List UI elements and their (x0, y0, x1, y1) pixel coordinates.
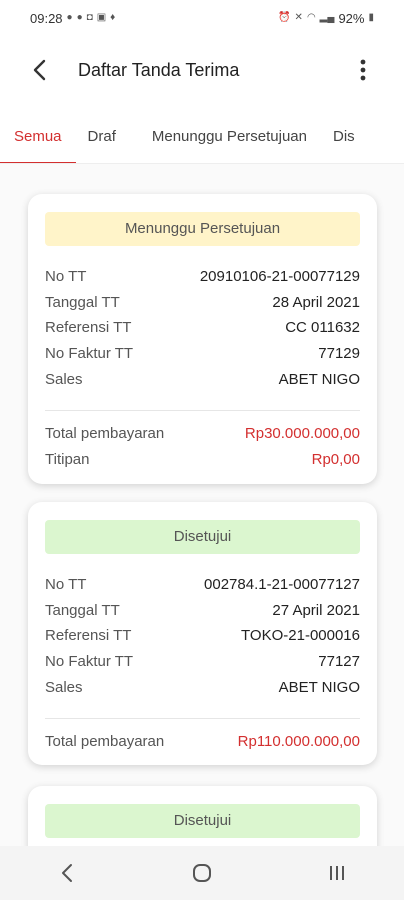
facebook-icon: ● (76, 12, 83, 23)
field-label: Sales (45, 678, 83, 696)
app-bar: Daftar Tanda Terima (0, 36, 404, 104)
gallery-icon: ▣ (96, 12, 107, 23)
nav-home-icon (192, 864, 211, 882)
status-badge: Disetujui (45, 520, 360, 554)
nav-recents-button[interactable] (307, 853, 367, 893)
deposit-row: Titipan Rp0,00 (45, 447, 360, 473)
total-value: Rp110.000.000,00 (237, 733, 360, 751)
divider (45, 717, 360, 719)
field-label: Referensi TT (45, 319, 132, 337)
status-badge: Disetujui (45, 804, 360, 838)
nav-home-button[interactable] (172, 853, 232, 893)
instagram-icon: ◘ (86, 12, 93, 23)
nav-back-icon (62, 864, 73, 882)
back-arrow-icon (33, 59, 46, 81)
field-value: 28 April 2021 (272, 293, 360, 311)
field-value: ABET NIGO (278, 678, 360, 696)
signal-icon: ▂▄ (319, 12, 335, 23)
field-row: Tanggal TT 28 April 2021 (45, 290, 360, 316)
field-value: 27 April 2021 (272, 601, 360, 619)
field-row: Sales ABET NIGO (45, 366, 360, 392)
battery-icon: ▮ (368, 12, 374, 23)
field-value: 77127 (318, 653, 360, 671)
field-row: No Faktur TT 77127 (45, 649, 360, 675)
field-row: Sales ABET NIGO (45, 674, 360, 700)
deposit-label: Titipan (45, 450, 90, 468)
facebook-icon: ● (66, 12, 73, 23)
field-label: No TT (45, 576, 87, 594)
field-label: No TT (45, 268, 87, 286)
tab-semua[interactable]: Semua (0, 112, 76, 163)
location-icon: ♦ (110, 12, 116, 23)
wifi-icon: ◠ (306, 12, 316, 23)
field-row: Tanggal TT 27 April 2021 (45, 598, 360, 624)
total-row: Total pembayaran Rp110.000.000,00 (45, 729, 360, 755)
field-row: No Faktur TT 77129 (45, 341, 360, 367)
alarm-icon: ⏰ (278, 12, 291, 23)
field-row: No TT 20910106-21-00077129 (45, 264, 360, 290)
divider (45, 409, 360, 411)
status-bar: 09:28 ● ● ◘ ▣ ♦ ⏰ ✕ ◠ ▂▄ 92% ▮ (0, 0, 404, 36)
receipt-details: No TT 20910106-21-00077129 Tanggal TT 28 A… (45, 264, 360, 392)
field-value: TOKO-21-000016 (241, 627, 360, 645)
battery-percent: 92% (338, 10, 365, 26)
field-label: Tanggal TT (45, 601, 120, 619)
field-row: Referensi TT TOKO-21-000016 (45, 623, 360, 649)
field-row: No TT 002784.1-21-00077127 (45, 572, 360, 598)
field-row: Referensi TT CC 011632 (45, 315, 360, 341)
status-tabs: Semua Draf Menunggu Persetujuan Dis (0, 112, 404, 164)
tab-draf[interactable]: Draf (76, 112, 134, 163)
field-label: Tanggal TT (45, 293, 120, 311)
total-label: Total pembayaran (45, 425, 165, 443)
more-options-button[interactable] (348, 50, 378, 90)
tab-disetujui[interactable]: Dis (321, 112, 367, 163)
field-value: 002784.1-21-00077127 (204, 576, 360, 594)
page-title: Daftar Tanda Terima (78, 59, 240, 80)
nav-back-button[interactable] (37, 853, 97, 893)
tab-menunggu-persetujuan[interactable]: Menunggu Persetujuan (134, 112, 321, 163)
receipt-list: Menunggu Persetujuan No TT 20910106-21-00… (0, 164, 404, 846)
system-nav-bar (0, 846, 404, 900)
nav-recents-icon (329, 866, 344, 880)
total-label: Total pembayaran (45, 733, 165, 751)
receipt-card[interactable]: Menunggu Persetujuan No TT 20910106-21-00… (28, 194, 377, 484)
status-badge: Menunggu Persetujuan (45, 212, 360, 246)
field-value: 20910106-21-00077129 (199, 268, 360, 286)
field-label: No Faktur TT (45, 345, 134, 363)
field-value: 77129 (318, 345, 360, 363)
receipt-card[interactable]: Disetujui (28, 786, 377, 846)
receipt-details: No TT 002784.1-21-00077127 Tanggal TT 27 A… (45, 572, 360, 700)
back-button[interactable] (20, 50, 60, 90)
status-left: 09:28 ● ● ◘ ▣ ♦ (30, 11, 115, 26)
clock: 09:28 (30, 10, 63, 26)
status-right: ⏰ ✕ ◠ ▂▄ 92% ▮ (278, 11, 374, 26)
field-value: ABET NIGO (278, 370, 360, 388)
total-value: Rp30.000.000,00 (244, 425, 360, 443)
field-value: CC 011632 (285, 319, 360, 337)
field-label: Referensi TT (45, 627, 132, 645)
deposit-value: Rp0,00 (311, 450, 360, 468)
more-vert-icon (360, 59, 366, 81)
total-row: Total pembayaran Rp30.000.000,00 (45, 421, 360, 447)
mute-icon: ✕ (294, 12, 303, 23)
field-label: Sales (45, 370, 83, 388)
field-label: No Faktur TT (45, 653, 134, 671)
receipt-card[interactable]: Disetujui No TT 002784.1-21-00077127 Tang… (28, 502, 377, 765)
